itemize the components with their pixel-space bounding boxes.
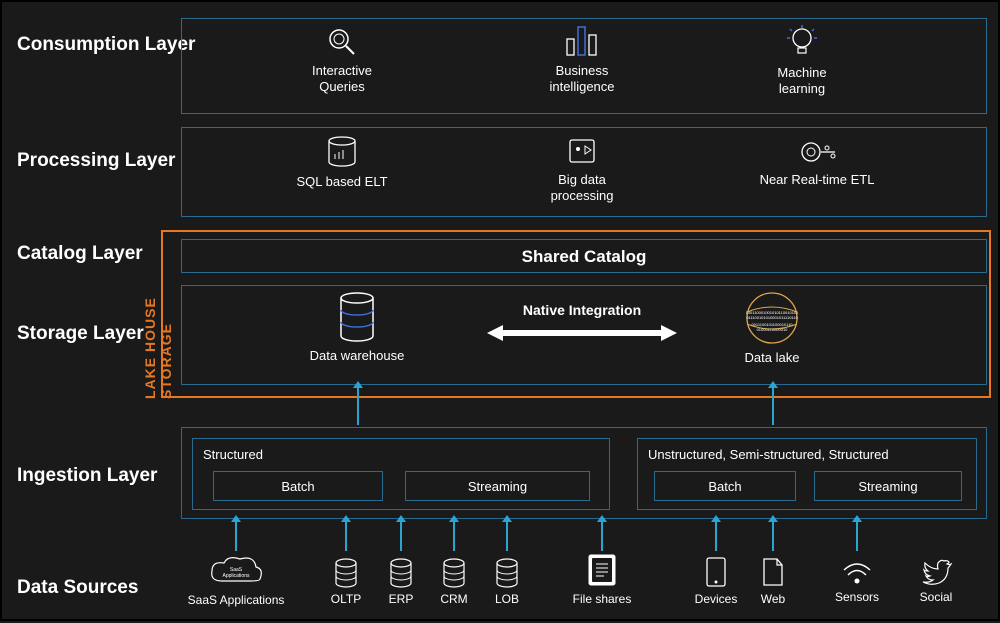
native-integration-label: Native Integration [512, 302, 652, 318]
crm-item: CRM [435, 558, 473, 606]
globe-icon: 100110001001010110010101 011100101010001… [743, 292, 801, 344]
saas-item: SaaS Applications SaaS Applications [190, 553, 282, 607]
arrow-saas [235, 521, 237, 551]
erp-item: ERP [382, 558, 420, 606]
database-small-icon [334, 558, 358, 588]
cloud-icon: SaaS Applications [206, 553, 266, 589]
data-lake-item: 100110001001010110010101 011100101010001… [712, 292, 832, 366]
wifi-icon [840, 558, 874, 586]
double-arrow-icon [487, 324, 677, 342]
arrow-devices [715, 521, 717, 551]
processing-box: SQL based ELT Big data processing Near R… [181, 127, 987, 217]
unstructured-streaming-box: Streaming [814, 471, 962, 501]
web-item: Web [754, 556, 792, 606]
svg-text:01000110000010: 01000110000010 [757, 327, 789, 332]
arrow-ingestion-to-lake [772, 387, 774, 425]
fileshares-item: File shares [568, 552, 636, 606]
ingestion-box: Structured Batch Streaming Unstructured,… [181, 427, 987, 519]
page-icon [761, 556, 785, 588]
consumption-layer-label: Consumption Layer [17, 34, 195, 57]
svg-text:011100101010001011110110: 011100101010001011110110 [746, 315, 798, 320]
arrow-ingestion-to-warehouse [357, 387, 359, 425]
arrow-crm [453, 521, 455, 551]
business-intelligence-item: Business intelligence [537, 25, 627, 94]
search-icon [327, 27, 357, 57]
lightbulb-icon [786, 25, 818, 59]
oltp-item: OLTP [327, 558, 365, 606]
arrow-fileshares [601, 521, 603, 551]
bird-icon [919, 556, 953, 586]
catalog-box: Shared Catalog [181, 239, 987, 273]
processing-layer-label: Processing Layer [17, 150, 175, 173]
arrow-lob [506, 521, 508, 551]
lake-house-storage-sidebar: LAKE HOUSE STORAGE [142, 227, 174, 399]
structured-heading: Structured [203, 447, 263, 462]
sensors-item: Sensors [832, 558, 882, 604]
architecture-diagram: Consumption Layer Processing Layer Catal… [2, 2, 1000, 623]
unstructured-batch-box: Batch [654, 471, 796, 501]
arrow-web [772, 521, 774, 551]
svg-text:Applications: Applications [223, 573, 250, 579]
catalog-layer-label: Catalog Layer [17, 243, 143, 266]
structured-batch-box: Batch [213, 471, 383, 501]
storage-layer-label: Storage Layer [17, 323, 144, 346]
database-small-icon [495, 558, 519, 588]
arrow-sensors [856, 521, 858, 551]
machine-learning-item: Machine learning [757, 25, 847, 96]
database-small-icon [389, 558, 413, 588]
unstructured-heading: Unstructured, Semi-structured, Structure… [648, 447, 889, 462]
database-small-icon [442, 558, 466, 588]
devices-item: Devices [692, 556, 740, 606]
data-sources-label: Data Sources [17, 577, 138, 600]
structured-box: Structured Batch Streaming [192, 438, 610, 510]
database-icon [327, 136, 357, 168]
document-icon [586, 552, 618, 588]
shared-catalog-title: Shared Catalog [182, 247, 986, 267]
storage-box: Data warehouse Native Integration 100110… [181, 285, 987, 385]
social-item: Social [912, 556, 960, 604]
arrow-erp [400, 521, 402, 551]
bigdata-icon [566, 136, 598, 166]
gear-icon [797, 138, 837, 166]
realtime-etl-item: Near Real-time ETL [747, 138, 887, 188]
ingestion-layer-label: Ingestion Layer [17, 465, 157, 488]
data-warehouse-item: Data warehouse [297, 292, 417, 364]
phone-icon [705, 556, 727, 588]
lob-item: LOB [488, 558, 526, 606]
structured-streaming-box: Streaming [405, 471, 590, 501]
barchart-icon [565, 25, 599, 57]
unstructured-box: Unstructured, Semi-structured, Structure… [637, 438, 977, 510]
interactive-queries-item: Interactive Queries [297, 27, 387, 94]
sql-elt-item: SQL based ELT [282, 136, 402, 190]
big-data-item: Big data processing [532, 136, 632, 203]
cylinder-icon [339, 292, 375, 342]
consumption-box: Interactive Queries Business intelligenc… [181, 18, 987, 114]
arrow-oltp [345, 521, 347, 551]
